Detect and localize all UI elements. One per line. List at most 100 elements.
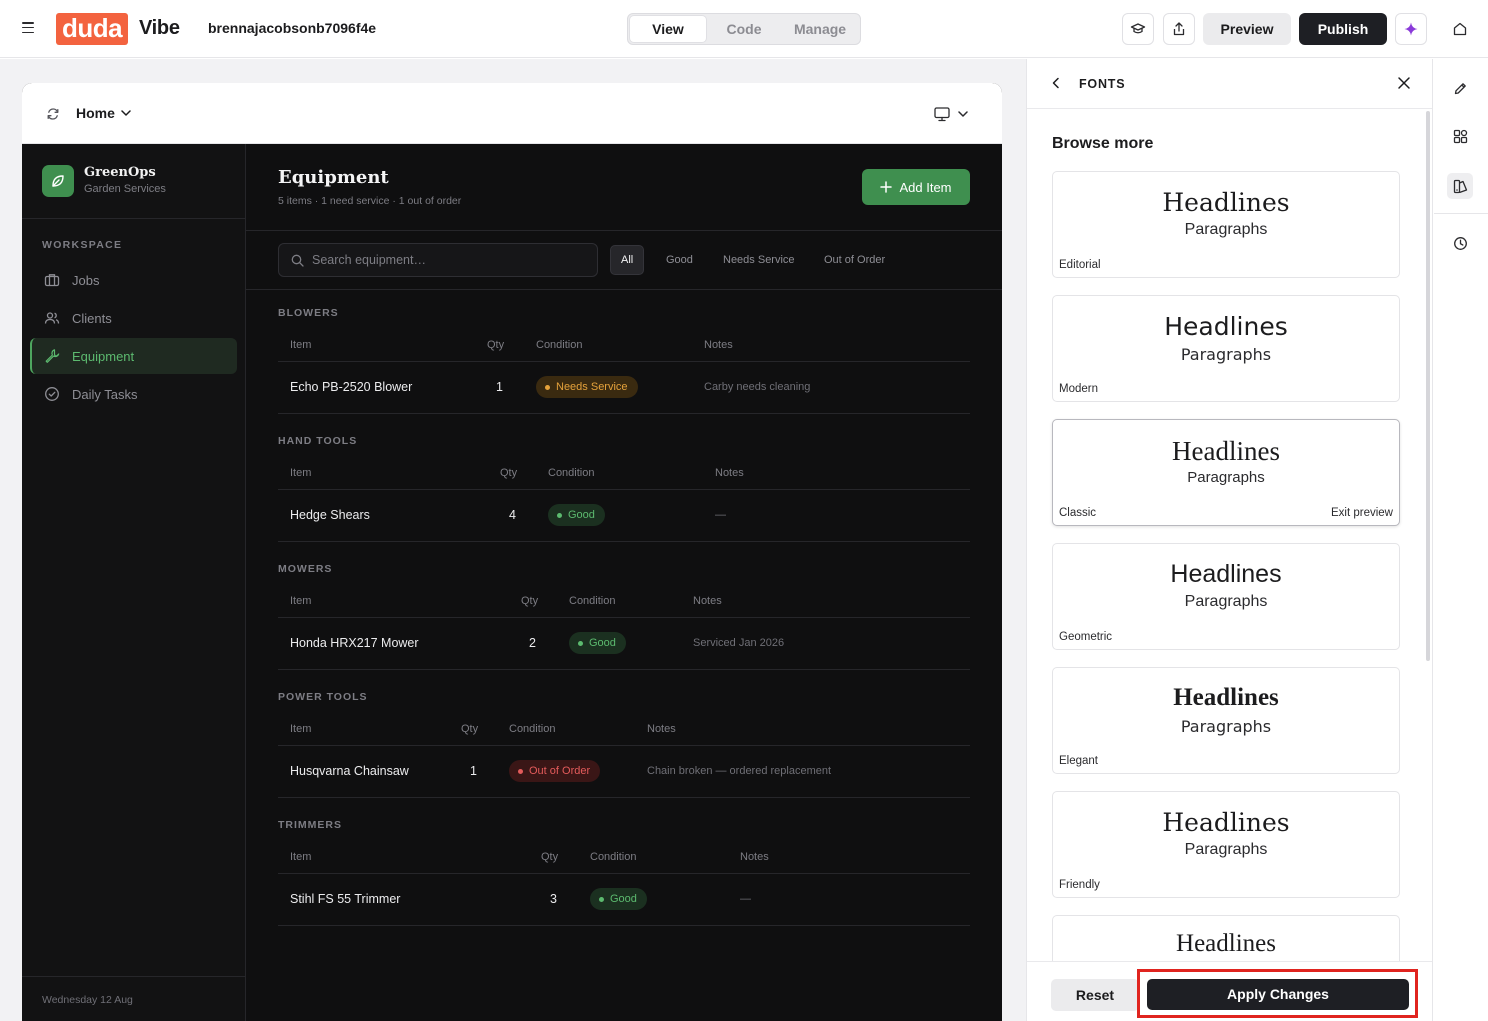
top-bar: duda Vibe brennajacobsonb7096f4e View Co… bbox=[0, 0, 1488, 58]
brand-name: GreenOps bbox=[84, 165, 156, 180]
item-name[interactable]: Echo PB-2520 Blower bbox=[290, 380, 412, 394]
styles-tool-button[interactable] bbox=[1447, 173, 1473, 199]
font-card-elegant[interactable]: Headlines Paragraphs Elegant bbox=[1052, 667, 1400, 774]
publish-button[interactable]: Publish bbox=[1299, 13, 1387, 45]
duda-logo[interactable]: duda bbox=[56, 13, 128, 45]
font-card-friendly[interactable]: Headlines Paragraphs Friendly bbox=[1052, 791, 1400, 898]
app-sidebar: GreenOps Garden Services WORKSPACE Jobs … bbox=[22, 144, 246, 1021]
item-notes: Serviced Jan 2026 bbox=[693, 637, 785, 649]
item-name[interactable]: Husqvarna Chainsaw bbox=[290, 764, 409, 778]
item-name[interactable]: Stihl FS 55 Trimmer bbox=[290, 892, 400, 906]
refresh-icon[interactable] bbox=[46, 107, 60, 121]
status-badge: Good bbox=[590, 888, 647, 910]
font-paragraph-sample: Paragraphs bbox=[1184, 221, 1268, 238]
item-notes: Chain broken — ordered replacement bbox=[647, 765, 832, 777]
font-paragraph-sample: Paragraphs bbox=[1184, 841, 1268, 858]
tab-view[interactable]: View bbox=[630, 16, 706, 42]
panel-scrollbar[interactable] bbox=[1426, 111, 1430, 661]
column-header-item: Item bbox=[290, 467, 312, 479]
status-label: Good bbox=[610, 893, 637, 905]
filter-good[interactable]: Good bbox=[656, 245, 703, 275]
column-header-qty: Qty bbox=[541, 851, 559, 863]
learn-button[interactable] bbox=[1122, 13, 1154, 45]
divider bbox=[278, 925, 970, 926]
page-selector[interactable]: Home bbox=[76, 105, 131, 121]
font-headline-sample: Headlines bbox=[1164, 312, 1288, 341]
status-label: Needs Service bbox=[556, 381, 628, 393]
font-pairing-name: Classic bbox=[1059, 507, 1097, 519]
status-label: Good bbox=[589, 637, 616, 649]
sidebar-item-equipment[interactable]: Equipment bbox=[30, 338, 237, 374]
font-headline-sample: Headlines bbox=[1173, 684, 1279, 711]
divider bbox=[278, 361, 970, 362]
add-item-label: Add Item bbox=[899, 179, 952, 195]
apply-changes-button[interactable]: Apply Changes bbox=[1147, 979, 1409, 1010]
status-label: Out of Order bbox=[529, 765, 591, 777]
group-label-trimmers: TRIMMERS bbox=[278, 819, 342, 831]
column-header-qty: Qty bbox=[461, 723, 479, 735]
item-qty: 2 bbox=[529, 636, 536, 650]
column-header-qty: Qty bbox=[521, 595, 539, 607]
users-icon bbox=[44, 312, 60, 324]
item-name[interactable]: Honda HRX217 Mower bbox=[290, 636, 419, 650]
home-button[interactable] bbox=[1444, 13, 1476, 45]
add-item-button[interactable]: Add Item bbox=[862, 169, 970, 205]
briefcase-icon bbox=[44, 274, 60, 287]
item-qty: 1 bbox=[496, 380, 503, 394]
reset-button[interactable]: Reset bbox=[1051, 979, 1139, 1011]
edit-tool-button[interactable] bbox=[1449, 77, 1471, 99]
status-label: Good bbox=[568, 509, 595, 521]
group-label-hand-tools: HAND TOOLS bbox=[278, 435, 358, 447]
font-card-modern[interactable]: Headlines Paragraphs Modern bbox=[1052, 295, 1400, 402]
font-card-editorial[interactable]: Headlines Paragraphs Editorial bbox=[1052, 171, 1400, 278]
font-card-partial[interactable]: Headlines bbox=[1052, 915, 1400, 961]
search-input[interactable]: Search equipment… bbox=[278, 243, 598, 277]
ai-assistant-button[interactable] bbox=[1395, 13, 1427, 45]
history-tool-button[interactable] bbox=[1449, 232, 1471, 254]
right-tool-rail bbox=[1434, 59, 1488, 1021]
status-badge: Good bbox=[548, 504, 605, 526]
item-qty: 1 bbox=[470, 764, 477, 778]
divider bbox=[278, 745, 970, 746]
panel-footer: Reset Apply Changes bbox=[1027, 961, 1432, 1021]
preview-button[interactable]: Preview bbox=[1203, 13, 1291, 45]
sidebar-item-daily-tasks[interactable]: Daily Tasks bbox=[30, 376, 237, 412]
tab-code[interactable]: Code bbox=[706, 16, 782, 42]
menu-icon[interactable] bbox=[22, 22, 34, 34]
font-card-classic[interactable]: Headlines Paragraphs Classic Exit previe… bbox=[1052, 419, 1400, 526]
close-icon[interactable] bbox=[1397, 76, 1411, 90]
divider bbox=[1434, 213, 1488, 214]
font-headline-sample: Headlines bbox=[1176, 930, 1276, 957]
share-icon bbox=[1173, 22, 1185, 36]
item-name[interactable]: Hedge Shears bbox=[290, 508, 370, 522]
workspace-label: WORKSPACE bbox=[42, 239, 123, 251]
site-name[interactable]: brennajacobsonb7096f4e bbox=[208, 20, 376, 36]
font-card-geometric[interactable]: Headlines Paragraphs Geometric bbox=[1052, 543, 1400, 650]
chevron-left-icon[interactable] bbox=[1049, 76, 1063, 90]
leaf-icon bbox=[42, 165, 74, 197]
column-header-condition: Condition bbox=[590, 851, 637, 863]
item-notes: — bbox=[715, 509, 726, 521]
sidebar-item-clients[interactable]: Clients bbox=[30, 300, 237, 336]
styles-icon bbox=[1453, 179, 1467, 193]
sidebar-item-label: Daily Tasks bbox=[72, 386, 138, 402]
column-header-item: Item bbox=[290, 339, 312, 351]
sidebar-item-jobs[interactable]: Jobs bbox=[30, 262, 237, 298]
column-header-condition: Condition bbox=[509, 723, 556, 735]
font-headline-sample: Headlines bbox=[1162, 808, 1290, 837]
search-placeholder: Search equipment… bbox=[312, 253, 426, 267]
device-selector[interactable] bbox=[934, 105, 974, 123]
filter-needs-service[interactable]: Needs Service bbox=[713, 245, 805, 275]
tab-manage[interactable]: Manage bbox=[782, 16, 858, 42]
filter-all[interactable]: All bbox=[610, 245, 645, 275]
exit-preview-link[interactable]: Exit preview bbox=[1331, 507, 1393, 519]
components-tool-button[interactable] bbox=[1449, 125, 1471, 147]
filter-out-of-order[interactable]: Out of Order bbox=[814, 245, 895, 275]
divider bbox=[278, 669, 970, 670]
column-header-notes: Notes bbox=[704, 339, 733, 351]
share-button[interactable] bbox=[1163, 13, 1195, 45]
brand[interactable]: GreenOps Garden Services bbox=[42, 165, 242, 197]
font-paragraph-sample: Paragraphs bbox=[1184, 593, 1268, 610]
column-header-item: Item bbox=[290, 723, 312, 735]
item-notes: — bbox=[740, 893, 751, 905]
